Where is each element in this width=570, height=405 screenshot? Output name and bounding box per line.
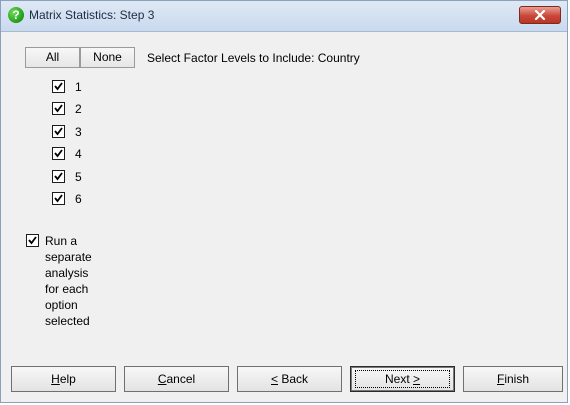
level-label: 1	[75, 80, 82, 94]
checkmark-icon	[54, 127, 63, 136]
level-label: 5	[75, 170, 82, 184]
cancel-button[interactable]: Cancel	[124, 366, 229, 392]
factor-levels-prompt: Select Factor Levels to Include: Country	[147, 51, 360, 65]
checkmark-icon	[54, 149, 63, 158]
checkbox-box[interactable]	[52, 125, 65, 138]
title-bar[interactable]: ? Matrix Statistics: Step 3	[1, 1, 567, 32]
checkbox-box[interactable]	[52, 147, 65, 160]
help-button[interactable]: Help	[11, 366, 116, 392]
back-mnemonic: <	[270, 372, 278, 386]
close-icon	[534, 10, 546, 20]
checkbox-box[interactable]	[52, 170, 65, 183]
dialog-client-area: All None Select Factor Levels to Include…	[2, 32, 566, 401]
checkbox-box[interactable]	[52, 192, 65, 205]
checkmark-icon	[54, 194, 63, 203]
checkmark-icon	[28, 236, 37, 245]
level-label: 3	[75, 125, 82, 139]
window-title: Matrix Statistics: Step 3	[29, 8, 155, 22]
focus-rectangle	[355, 370, 450, 388]
cancel-label: ancel	[166, 372, 196, 386]
help-question-icon: ?	[8, 7, 24, 23]
back-label: Back	[278, 372, 309, 386]
checkmark-icon	[54, 104, 63, 113]
level-label: 6	[75, 192, 82, 206]
dialog-window: ? Matrix Statistics: Step 3 All None Sel…	[0, 0, 568, 403]
select-all-button[interactable]: All	[25, 47, 80, 68]
checkmark-icon	[54, 82, 63, 91]
checkbox-box[interactable]	[26, 234, 39, 247]
back-button[interactable]: < Back	[237, 366, 342, 392]
next-button[interactable]: Next >	[350, 366, 455, 392]
level-label: 4	[75, 147, 82, 161]
help-label: elp	[59, 372, 76, 386]
finish-button[interactable]: Finish	[463, 366, 563, 392]
checkbox-box[interactable]	[52, 80, 65, 93]
separate-analysis-label: Run a separate analysis for each option …	[45, 234, 92, 328]
checkmark-icon	[54, 172, 63, 181]
close-button[interactable]	[519, 6, 561, 24]
level-label: 2	[75, 102, 82, 116]
finish-label: inish	[504, 372, 530, 386]
checkbox-box[interactable]	[52, 102, 65, 115]
help-mnemonic: H	[51, 372, 60, 386]
select-none-button[interactable]: None	[80, 47, 135, 68]
